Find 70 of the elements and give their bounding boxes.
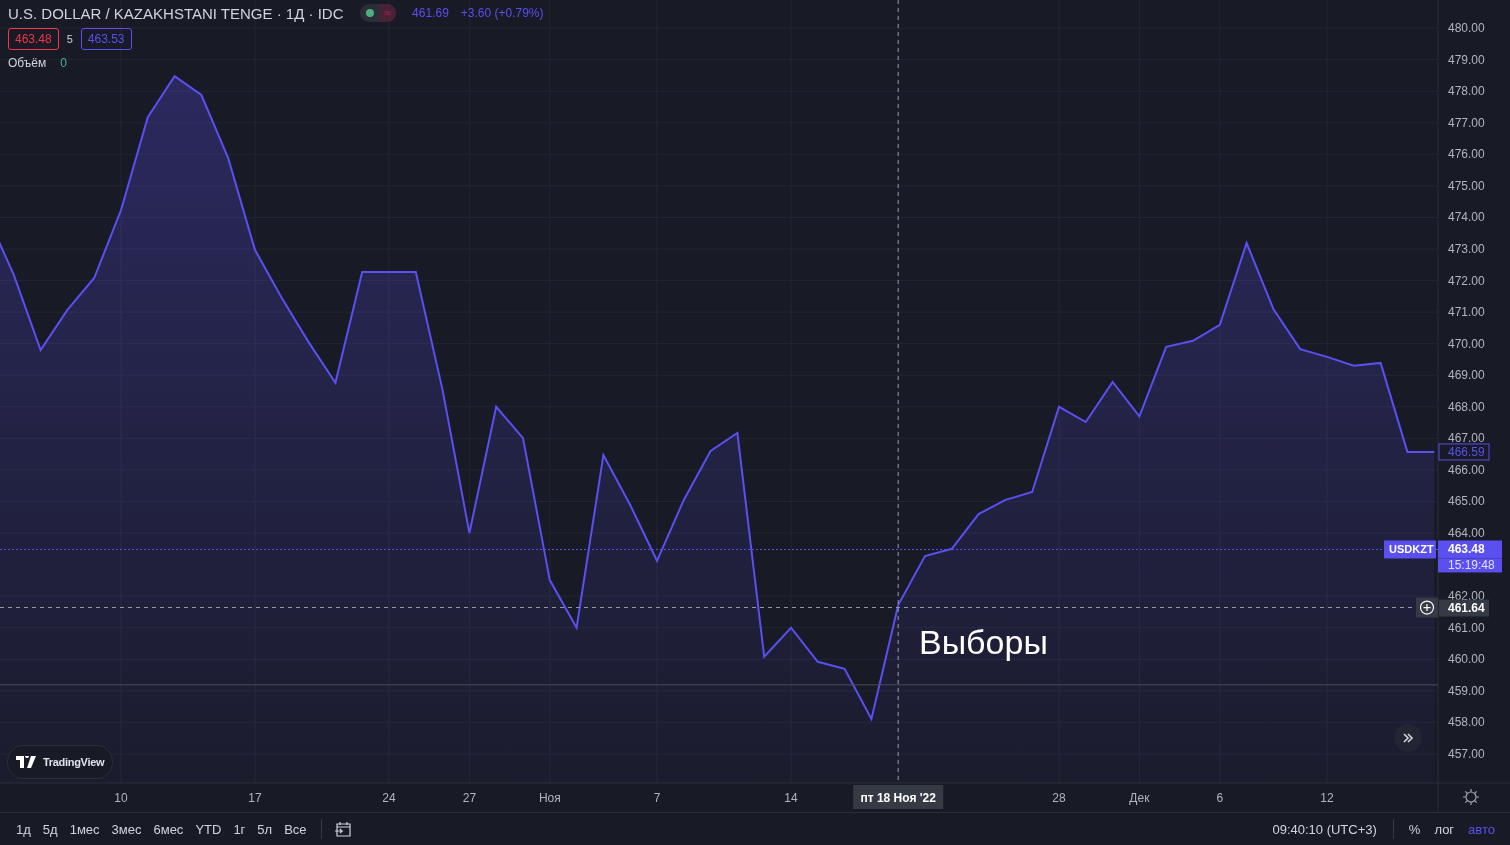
price-tick-label: 478.00 <box>1448 84 1485 99</box>
scale-button[interactable]: лог <box>1427 821 1462 837</box>
clock-time[interactable]: 09:40:10 (UTC+3) <box>1272 821 1377 837</box>
date-tick-label: 7 <box>653 791 661 805</box>
range-button[interactable]: 6мес <box>147 821 190 837</box>
date-tick-label: 14 <box>784 791 798 805</box>
double-chevron-icon <box>1402 732 1414 744</box>
price-tick-label: 469.00 <box>1448 368 1485 383</box>
date-tick-label: Дек <box>1129 791 1150 805</box>
scale-button[interactable]: % <box>1401 821 1428 837</box>
date-tick-label: Ноя <box>538 791 561 805</box>
price-tick-label: 461.00 <box>1448 620 1485 635</box>
chart-annotation-text: Выборы <box>919 623 1048 661</box>
range-button[interactable]: 3мес <box>105 821 148 837</box>
last-value-label: 466.59 <box>1438 443 1490 461</box>
date-tick-label: 6 <box>1216 791 1224 805</box>
price-tick-label: 468.00 <box>1448 399 1485 414</box>
range-button[interactable]: 1г <box>227 821 252 837</box>
bid-price[interactable]: 463.48 <box>8 28 59 50</box>
settings-button[interactable] <box>1462 788 1482 808</box>
price-tick-label: 459.00 <box>1448 683 1485 698</box>
calendar-icon <box>333 821 352 837</box>
x-tick-label: пт 18 Ноя '22 <box>860 791 937 805</box>
price-tick-label: 477.00 <box>1448 115 1485 130</box>
price-tick-label: 466.00 <box>1448 462 1485 477</box>
last-price: 461.69 <box>412 6 449 20</box>
volume-label: Объём <box>8 56 47 70</box>
logo-icon <box>16 756 38 768</box>
price-tick-label: 467.00 <box>1448 431 1485 446</box>
price-tick-label: 480.00 <box>1448 21 1485 36</box>
price-tick-label: 471.00 <box>1448 305 1485 320</box>
crosshair-price-label: 461.64 <box>1439 599 1489 617</box>
logo-text: TradingView <box>43 756 105 768</box>
countdown-label: 15:19:48 <box>1438 558 1502 573</box>
price-tick-label: 470.00 <box>1448 336 1485 351</box>
volume-value: 0 <box>60 56 67 70</box>
price-tick-label: 460.00 <box>1448 652 1485 667</box>
price-tick-label: 479.00 <box>1448 52 1485 67</box>
series-label: USDKZT <box>1389 543 1434 556</box>
logo-badge[interactable]: TradingView <box>7 745 114 779</box>
price-tick-label: 458.00 <box>1448 715 1485 730</box>
price-change: +3.60 (+0.79%) <box>460 6 544 20</box>
date-tick-label: 17 <box>248 791 262 805</box>
price-tick-label: 474.00 <box>1448 210 1485 225</box>
settings-icon <box>1462 788 1480 806</box>
price-tick-label: 457.00 <box>1448 746 1485 761</box>
date-tick-label: 28 <box>1052 791 1066 805</box>
symbol-label: USDKZT <box>1384 540 1436 559</box>
ref-line-label: 463.48 <box>1448 542 1486 557</box>
price-tick-label: 476.00 <box>1448 147 1485 162</box>
range-button[interactable]: Все <box>278 821 313 837</box>
price-tick-label: 465.00 <box>1448 494 1485 509</box>
symbol-title: U.S. DOLLAR / KAZAKHSTANI TENGE · 1Д · IDC <box>8 4 344 22</box>
price-tick-label: 473.00 <box>1448 242 1485 256</box>
date-tick-label: 12 <box>1320 791 1334 805</box>
price-tick-label: 464.00 <box>1448 526 1485 541</box>
date-tick-label: 24 <box>382 791 396 805</box>
range-button[interactable]: 1д <box>10 821 37 837</box>
spread-value: 5 <box>66 33 73 45</box>
range-button[interactable]: 5л <box>251 821 279 837</box>
range-button[interactable]: 5д <box>36 821 64 837</box>
current-price-label: 463.48 <box>1438 540 1502 559</box>
price-tick-label: 472.00 <box>1448 273 1485 288</box>
crosshair-date-label: пт 18 Ноя '22 <box>853 785 944 809</box>
price-tick-label: 475.00 <box>1448 178 1485 193</box>
date-tick-label: 10 <box>114 791 128 805</box>
range-button[interactable]: YTD <box>189 821 228 837</box>
date-tick-label: 27 <box>462 791 477 805</box>
add-icon[interactable] <box>1416 597 1438 618</box>
range-button[interactable]: 1мес <box>63 821 106 837</box>
